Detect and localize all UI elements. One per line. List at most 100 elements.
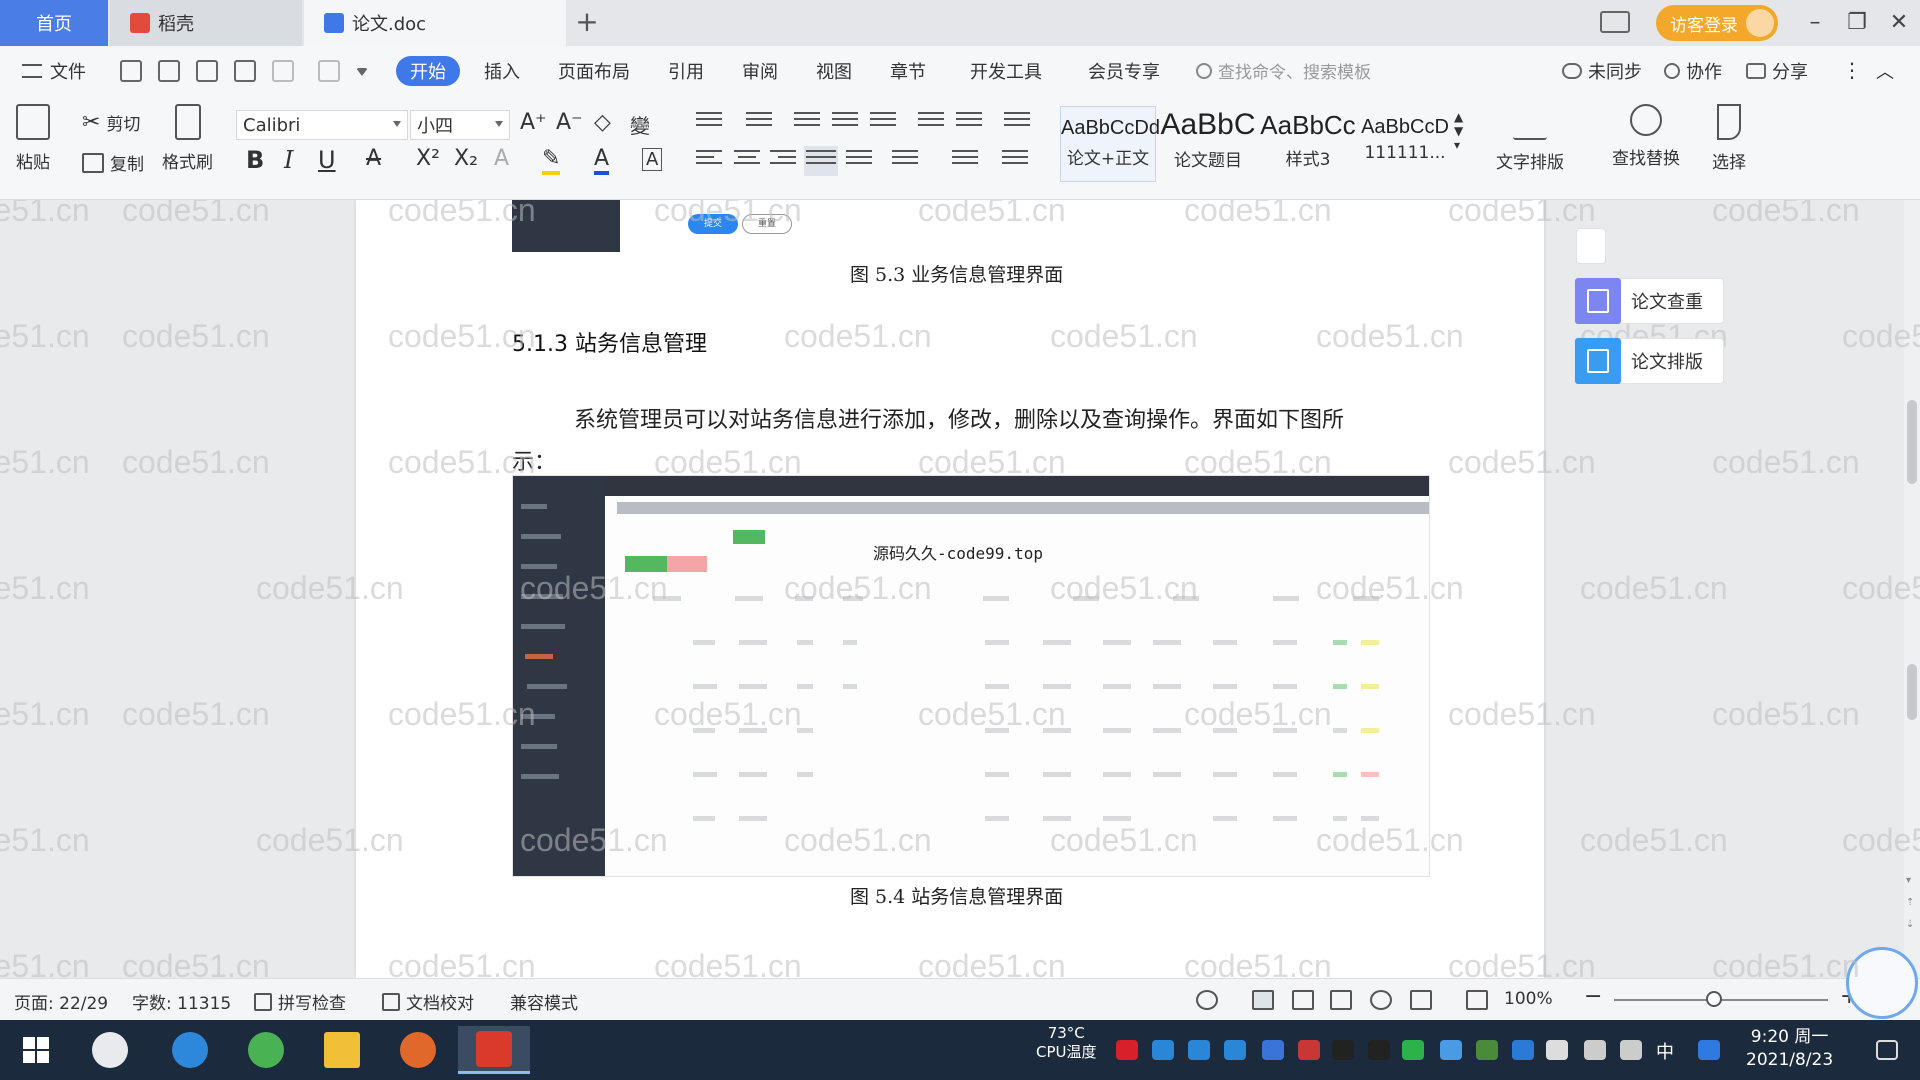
style-custom[interactable]: AaBbCcD 111111... [1356,106,1454,163]
minimize-icon[interactable]: – [1800,8,1830,38]
styles-scroll-icon[interactable]: ▲ ▼ ▾ [1454,110,1463,152]
zoom-slider-handle[interactable] [1706,991,1722,1007]
eye-protection-icon[interactable] [1196,990,1218,1010]
menu-insert[interactable]: 插入 [484,58,520,84]
align-center-icon[interactable] [734,150,760,172]
shield-icon[interactable] [1262,1040,1284,1060]
tray-app-icon[interactable] [1476,1040,1498,1060]
undo-icon[interactable] [272,60,294,82]
menu-references[interactable]: 引用 [668,58,704,84]
bluetooth-icon[interactable] [1512,1040,1534,1060]
text-effect-icon[interactable]: A [494,146,509,171]
share-button[interactable]: 分享 [1746,58,1808,84]
font-color-icon[interactable]: A [594,146,610,175]
volume-icon[interactable] [1620,1040,1642,1060]
tray-app-icon[interactable] [1440,1040,1462,1060]
qq-icon[interactable] [1332,1040,1354,1060]
tray-app-icon[interactable] [1152,1040,1174,1060]
sort-icon[interactable] [918,112,944,134]
close-icon[interactable]: ✕ [1884,8,1914,38]
guest-login-button[interactable]: 访客登录 [1656,5,1778,41]
style-thesis-title[interactable]: AaBbC 论文题目 [1160,106,1256,171]
file-explorer-icon[interactable] [312,1026,372,1074]
font-size-select[interactable]: 小四 [410,110,510,140]
restore-icon[interactable]: ❐ [1842,8,1872,38]
wps-writer-icon[interactable] [458,1026,530,1074]
page-view-icon[interactable] [1252,990,1274,1010]
outline-view-icon[interactable] [1292,990,1314,1010]
line-spacing-icon[interactable] [892,150,918,172]
web-view-icon[interactable] [1370,990,1392,1010]
pen-icon[interactable] [1410,990,1432,1010]
pinwheel-app-icon[interactable] [80,1026,140,1074]
collaborate-button[interactable]: 协作 [1664,58,1722,84]
show-marks-icon[interactable] [956,112,982,134]
page-nav-icon[interactable]: ▾ ⇡ ⇣ [1906,870,1914,936]
quick-access-dropdown-icon[interactable] [356,68,368,76]
cut-button[interactable]: ✂ 剪切 [82,110,140,135]
menu-page-layout[interactable]: 页面布局 [558,58,630,84]
subscript-icon[interactable]: X₂ [454,146,478,171]
style-3[interactable]: AaBbCc 样式3 [1260,106,1356,170]
numbered-list-icon[interactable] [746,112,772,134]
proofread-button[interactable]: 文档校对 [382,989,474,1014]
bullet-list-icon[interactable] [696,112,722,134]
menu-review[interactable]: 审阅 [742,58,778,84]
italic-icon[interactable]: I [284,146,293,174]
word-count[interactable]: 字数: 11315 [132,989,231,1014]
select-button[interactable]: 选择 [1712,104,1746,173]
spell-check-button[interactable]: 拼写检查 [254,989,346,1014]
tray-app-icon[interactable] [1224,1040,1246,1060]
menu-chapter[interactable]: 章节 [890,58,926,84]
command-search[interactable]: 查找命令、搜索模板 [1196,58,1371,83]
tab-home[interactable]: 首页 [0,0,108,46]
clock[interactable]: 9:20 周一 2021/8/23 [1746,1026,1833,1072]
page-indicator[interactable]: 页面: 22/29 [14,989,108,1014]
360-browser-icon[interactable] [236,1026,296,1074]
menu-member[interactable]: 会员专享 [1088,58,1160,84]
fit-page-icon[interactable] [1466,990,1488,1010]
align-left-icon[interactable] [696,150,722,172]
thesis-check-button[interactable]: 论文查重 [1574,278,1724,324]
print-preview-icon[interactable] [234,60,256,82]
notification-icon[interactable] [1876,1040,1898,1060]
distribute-icon[interactable] [846,150,872,172]
file-menu[interactable]: 文件 [22,58,86,84]
thesis-layout-button[interactable]: 论文排版 [1574,338,1724,384]
tray-app-icon[interactable] [1298,1040,1320,1060]
window-layout-icon[interactable] [1600,11,1630,33]
reading-view-icon[interactable] [1330,990,1352,1010]
phonetic-guide-icon[interactable]: 變 [630,110,650,139]
bold-icon[interactable]: B [246,146,264,174]
redo-icon[interactable] [318,60,340,82]
save-icon[interactable] [120,60,142,82]
search-tray-icon[interactable] [1698,1040,1720,1060]
strikethrough-icon[interactable]: A [366,146,381,171]
justify-icon[interactable] [804,146,838,176]
sync-status[interactable]: 未同步 [1562,58,1642,84]
highlight-icon[interactable]: ✎ [542,146,561,175]
qq-icon[interactable] [1368,1040,1390,1060]
tab-daoke[interactable]: 稻壳 [110,0,302,46]
clear-format-icon[interactable]: ◇ [594,110,611,135]
decrease-indent-icon[interactable] [794,112,820,134]
new-tab-button[interactable]: + [572,8,602,38]
export-icon[interactable] [158,60,180,82]
style-thesis-body[interactable]: AaBbCcDd 论文+正文 [1060,106,1160,182]
scrollbar-thumb-marker[interactable] [1907,664,1917,720]
menu-start[interactable]: 开始 [396,56,460,86]
menu-view[interactable]: 视图 [816,58,852,84]
print-icon[interactable] [196,60,218,82]
tray-app-icon[interactable] [1116,1040,1138,1060]
ie-browser-icon[interactable] [160,1026,220,1074]
format-painter-button[interactable]: 格式刷 [162,104,213,173]
tray-app-icon[interactable] [1402,1040,1424,1060]
more-options-icon[interactable]: ⋮ [1842,58,1862,82]
tray-app-icon[interactable] [1188,1040,1210,1060]
find-replace-button[interactable]: 查找替换 [1612,104,1680,169]
paste-button[interactable]: 粘贴 [16,104,50,173]
table-tools-icon[interactable] [1004,112,1030,134]
copy-button[interactable]: 复制 [82,150,144,175]
chinese-layout-icon[interactable] [870,112,896,134]
menu-developer[interactable]: 开发工具 [970,58,1042,84]
